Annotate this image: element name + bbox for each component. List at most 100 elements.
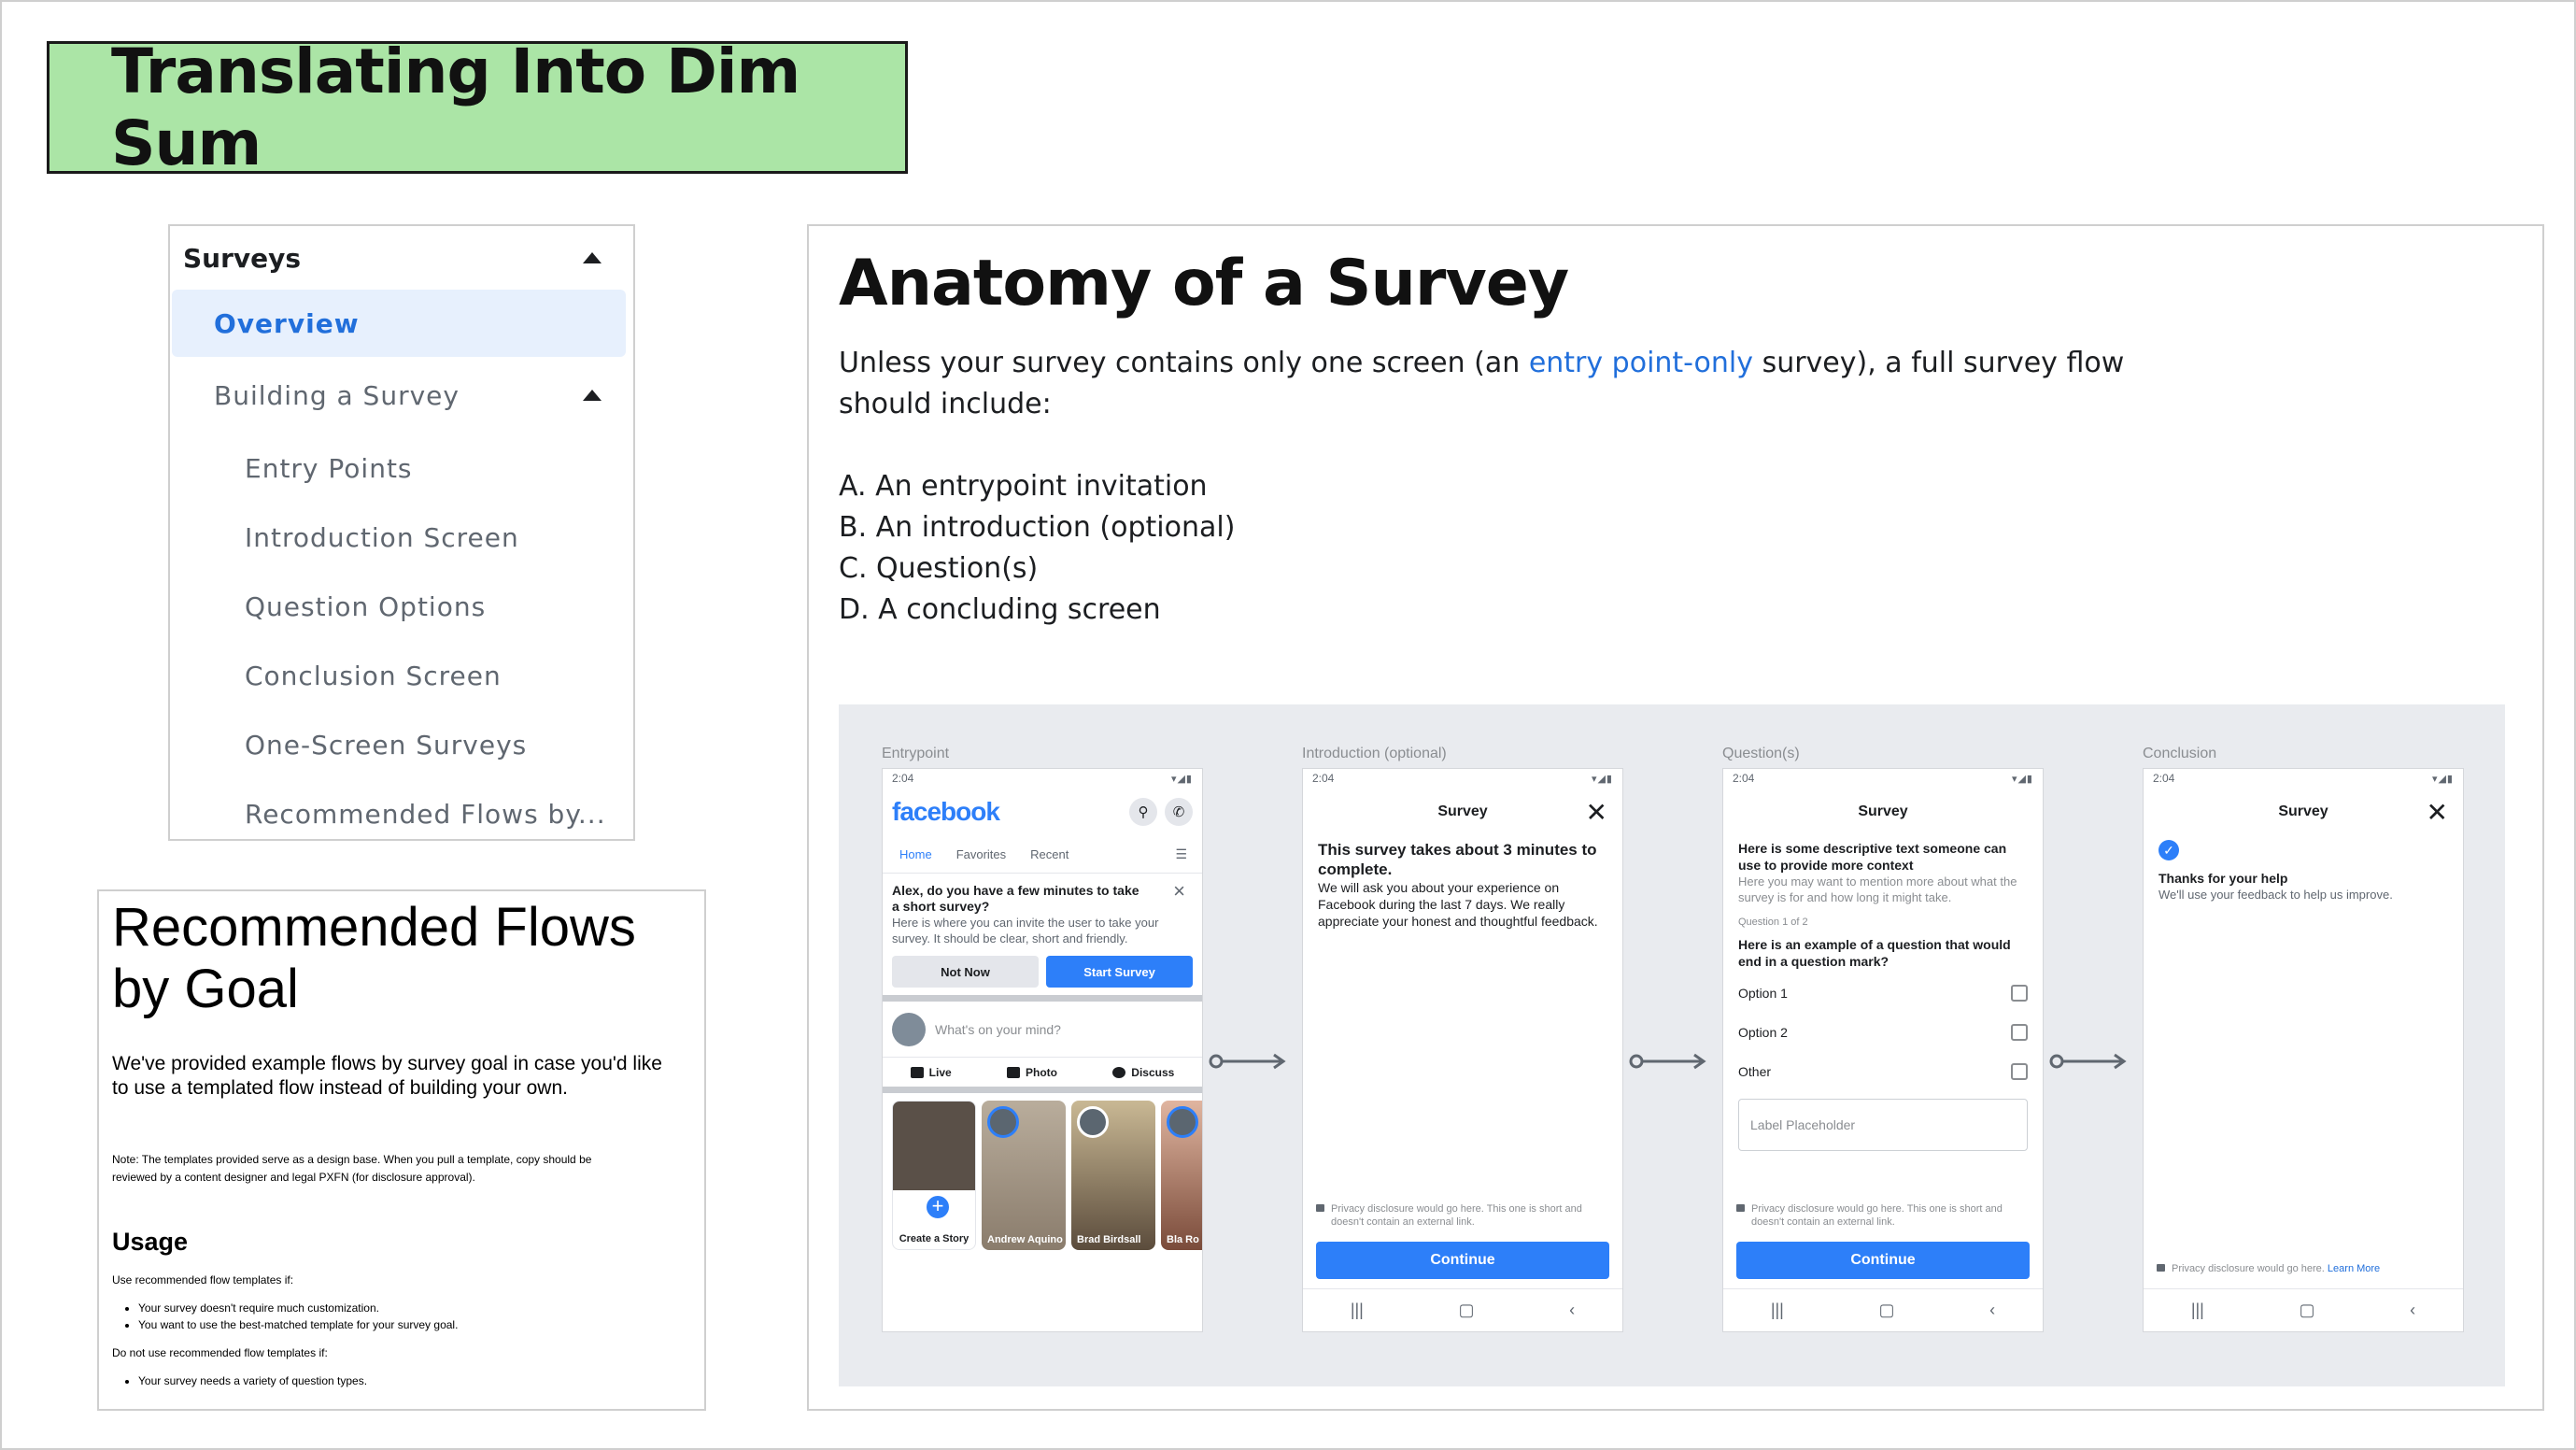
home-icon[interactable]: ▢ [1878, 1301, 1894, 1320]
dont-if-text: Do not use recommended flow templates if… [112, 1346, 328, 1359]
story-card[interactable]: Brad Birdsall [1071, 1101, 1155, 1250]
nav-item-one-screen-surveys[interactable]: One-Screen Surveys [170, 710, 633, 779]
nav-section-surveys[interactable]: Surveys [170, 226, 633, 290]
stage-label: Entrypoint [882, 746, 950, 761]
start-survey-button[interactable]: Start Survey [1046, 956, 1193, 988]
live-button[interactable]: Live [910, 1066, 952, 1079]
feed-tabs: Home Favorites Recent ☰ [883, 836, 1202, 874]
status-time: 2:04 [1312, 772, 1335, 785]
story-card[interactable]: Bla Ro [1161, 1101, 1202, 1250]
invite-question: Alex, do you have a few minutes to take … [892, 883, 1139, 914]
nav-item-introduction-screen[interactable]: Introduction Screen [170, 503, 633, 572]
close-icon[interactable]: ✕ [1586, 797, 1607, 828]
video-icon [910, 1066, 924, 1078]
option-label: Other [1738, 1064, 1772, 1079]
disclosure-text: Privacy disclosure would go here. This o… [1331, 1203, 1582, 1228]
learn-more-link[interactable]: Learn More [2328, 1263, 2380, 1274]
story-card[interactable]: Andrew Aquino [982, 1101, 1066, 1250]
discuss-icon [1112, 1066, 1126, 1078]
search-icon[interactable]: ⚲ [1129, 798, 1157, 826]
lock-icon [1316, 1204, 1324, 1212]
stage-questions: Question(s) 2:04 ▾◢▮ Survey Here is some… [1722, 746, 2044, 1332]
avatar [1167, 1106, 1198, 1138]
status-bar: 2:04 ▾◢▮ [1303, 769, 1622, 788]
flow-arrow-icon [2049, 1053, 2127, 1070]
phone-mockup: 2:04 ▾◢▮ Survey Here is some descriptive… [1722, 768, 2044, 1332]
flow-arrow-icon [1629, 1053, 1706, 1070]
checkbox[interactable] [2011, 1024, 2028, 1041]
list-item: C. Question(s) [839, 552, 1039, 585]
thanks-text: Thanks for your help [2158, 871, 2288, 886]
nav-item-entry-points[interactable]: Entry Points [170, 434, 633, 503]
survey-title: Survey [1858, 803, 1908, 819]
signal-battery-icon: ▾◢▮ [2431, 773, 2454, 785]
stage-introduction: Introduction (optional) 2:04 ▾◢▮ Survey … [1302, 746, 1623, 1332]
recent-apps-icon[interactable]: ||| [1771, 1301, 1784, 1320]
messenger-icon[interactable]: ✆ [1165, 798, 1193, 826]
thanks-sub: We'll use your feedback to help us impro… [2158, 888, 2393, 902]
nav-item-building-a-survey[interactable]: Building a Survey [170, 357, 633, 434]
tab-recent[interactable]: Recent [1030, 847, 1069, 861]
stage-label: Introduction (optional) [1302, 746, 1447, 761]
list-item: Your survey doesn't require much customi… [138, 1300, 691, 1316]
close-icon[interactable]: × [1173, 879, 1185, 903]
story-card[interactable]: + Create a Story [892, 1101, 976, 1250]
back-icon[interactable]: ‹ [1569, 1301, 1575, 1320]
question-counter: Question 1 of 2 [1738, 917, 1808, 928]
other-text-field[interactable]: Label Placeholder [1738, 1099, 2028, 1151]
discuss-button[interactable]: Discuss [1112, 1066, 1174, 1079]
lock-icon [1736, 1204, 1745, 1212]
list-item: Your survey needs a variety of question … [138, 1372, 691, 1389]
signal-battery-icon: ▾◢▮ [1170, 773, 1193, 785]
nav-item-question-options[interactable]: Question Options [170, 572, 633, 641]
para-text: Unless your survey contains only one scr… [839, 347, 1529, 379]
intro-body: We will ask you about your experience on… [1318, 880, 1598, 929]
question-sub: Here you may want to mention more about … [1738, 874, 2017, 904]
collapse-caret-icon[interactable] [583, 390, 602, 401]
continue-button[interactable]: Continue [1316, 1242, 1609, 1279]
status-bar: 2:04 ▾◢▮ [1723, 769, 2043, 788]
back-icon[interactable]: ‹ [2410, 1301, 2415, 1320]
nav-item-recommended-flows[interactable]: Recommended Flows by... [170, 779, 633, 839]
recommended-flows-card: Recommended Flows by Goal We've provided… [97, 889, 706, 1411]
home-icon[interactable]: ▢ [1458, 1301, 1474, 1320]
phone-mockup: 2:04 ▾◢▮ facebook ⚲ ✆ Home Favorites Rece… [882, 768, 1203, 1332]
composer[interactable]: What's on your mind? [883, 1002, 1202, 1058]
flow-arrow-icon [1209, 1053, 1286, 1070]
main-content-card: Anatomy of a Survey Unless your survey c… [807, 224, 2544, 1411]
checkbox[interactable] [2011, 1063, 2028, 1080]
tab-favorites[interactable]: Favorites [956, 847, 1006, 861]
photo-button[interactable]: Photo [1006, 1066, 1057, 1079]
story-name: Create a Story [899, 1233, 970, 1244]
survey-title: Survey [2278, 803, 2328, 819]
stories-row: + Create a Story Andrew Aquino Brad Bird… [883, 1093, 1202, 1258]
photo-icon [1006, 1066, 1020, 1078]
signal-battery-icon: ▾◢▮ [2011, 773, 2033, 785]
collapse-caret-icon[interactable] [583, 252, 602, 263]
not-now-button[interactable]: Not Now [892, 956, 1039, 988]
close-icon[interactable]: ✕ [2427, 797, 2448, 828]
discuss-label: Discuss [1131, 1065, 1175, 1079]
recent-apps-icon[interactable]: ||| [2191, 1301, 2204, 1320]
option-row[interactable]: Other [1723, 1052, 2043, 1091]
invite-description: Here is where you can invite the user to… [892, 916, 1159, 945]
continue-button[interactable]: Continue [1736, 1242, 2030, 1279]
entry-point-only-link[interactable]: entry point-only [1529, 347, 1753, 379]
home-icon[interactable]: ▢ [2299, 1301, 2314, 1320]
survey-header: Survey ✕ [1303, 788, 1622, 836]
filter-settings-icon[interactable]: ☰ [1175, 846, 1187, 862]
survey-header: Survey ✕ [2144, 788, 2463, 836]
page-title: Anatomy of a Survey [839, 247, 1569, 320]
option-row[interactable]: Option 1 [1723, 974, 2043, 1013]
add-icon: + [924, 1193, 952, 1221]
list-item: B. An introduction (optional) [839, 511, 1236, 544]
recent-apps-icon[interactable]: ||| [1351, 1301, 1364, 1320]
nav-item-overview[interactable]: Overview [172, 290, 626, 357]
avatar [892, 1012, 926, 1046]
usage-heading: Usage [112, 1228, 189, 1256]
back-icon[interactable]: ‹ [1989, 1301, 1995, 1320]
option-row[interactable]: Option 2 [1723, 1013, 2043, 1052]
tab-home[interactable]: Home [899, 847, 932, 861]
nav-item-conclusion-screen[interactable]: Conclusion Screen [170, 641, 633, 710]
checkbox[interactable] [2011, 985, 2028, 1002]
